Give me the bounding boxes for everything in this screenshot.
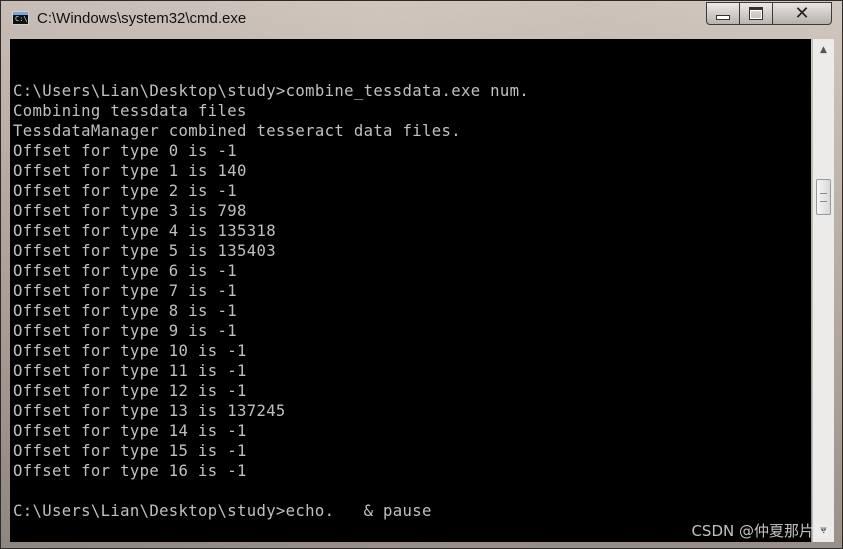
- console-line: Offset for type 10 is -1: [13, 342, 247, 360]
- console-line: C:\Users\Lian\Desktop\study>echo. & paus…: [13, 502, 432, 520]
- console-line: Offset for type 16 is -1: [13, 462, 247, 480]
- console-line: Offset for type 4 is 135318: [13, 222, 276, 240]
- arrow-up-icon: ▲: [820, 45, 827, 55]
- console-line: Offset for type 9 is -1: [13, 322, 237, 340]
- watermark-text: CSDN @仲夏那片海: [691, 522, 829, 540]
- scrollbar-thumb[interactable]: [816, 179, 831, 215]
- minimize-icon: [716, 15, 730, 20]
- console-line: Offset for type 12 is -1: [13, 382, 247, 400]
- console-output[interactable]: C:\Users\Lian\Desktop\study>combine_tess…: [10, 39, 811, 542]
- scroll-up-button[interactable]: ▲: [814, 41, 833, 59]
- vertical-scrollbar[interactable]: ▲ ▼: [812, 39, 834, 542]
- title-bar[interactable]: C:\ C:\Windows\system32\cmd.exe ✕: [1, 1, 843, 39]
- window-title: C:\Windows\system32\cmd.exe: [37, 10, 247, 27]
- console-line: Offset for type 2 is -1: [13, 182, 237, 200]
- console-line: Offset for type 13 is 137245: [13, 402, 286, 420]
- cmd-window: C:\ C:\Windows\system32\cmd.exe ✕ C:\Use…: [0, 0, 843, 549]
- close-button[interactable]: ✕: [772, 2, 832, 25]
- close-icon: ✕: [794, 2, 810, 24]
- console-line: Offset for type 6 is -1: [13, 262, 237, 280]
- console-line: Combining tessdata files: [13, 102, 247, 120]
- console-line: C:\Users\Lian\Desktop\study>combine_tess…: [13, 82, 530, 100]
- console-line: Offset for type 14 is -1: [13, 422, 247, 440]
- maximize-icon: [749, 7, 763, 20]
- minimize-button[interactable]: [706, 2, 740, 25]
- console-line: 请按任意键继续. . .: [13, 541, 529, 542]
- cmd-app-icon[interactable]: C:\: [12, 11, 29, 25]
- console-line: TessdataManager combined tesseract data …: [13, 122, 461, 140]
- console-line: Offset for type 3 is 798: [13, 202, 247, 220]
- console-line: Offset for type 8 is -1: [13, 302, 237, 320]
- console-line: Offset for type 5 is 135403: [13, 242, 276, 260]
- console-line: Offset for type 7 is -1: [13, 282, 237, 300]
- console-line: Offset for type 1 is 140: [13, 162, 247, 180]
- console-line: Offset for type 11 is -1: [13, 362, 247, 380]
- console-text: C:\Users\Lian\Desktop\study>combine_tess…: [13, 61, 529, 542]
- console-line: Offset for type 15 is -1: [13, 442, 247, 460]
- console-line: Offset for type 0 is -1: [13, 142, 237, 160]
- maximize-button[interactable]: [739, 2, 773, 25]
- cmd-icon-label: C:\: [15, 15, 28, 23]
